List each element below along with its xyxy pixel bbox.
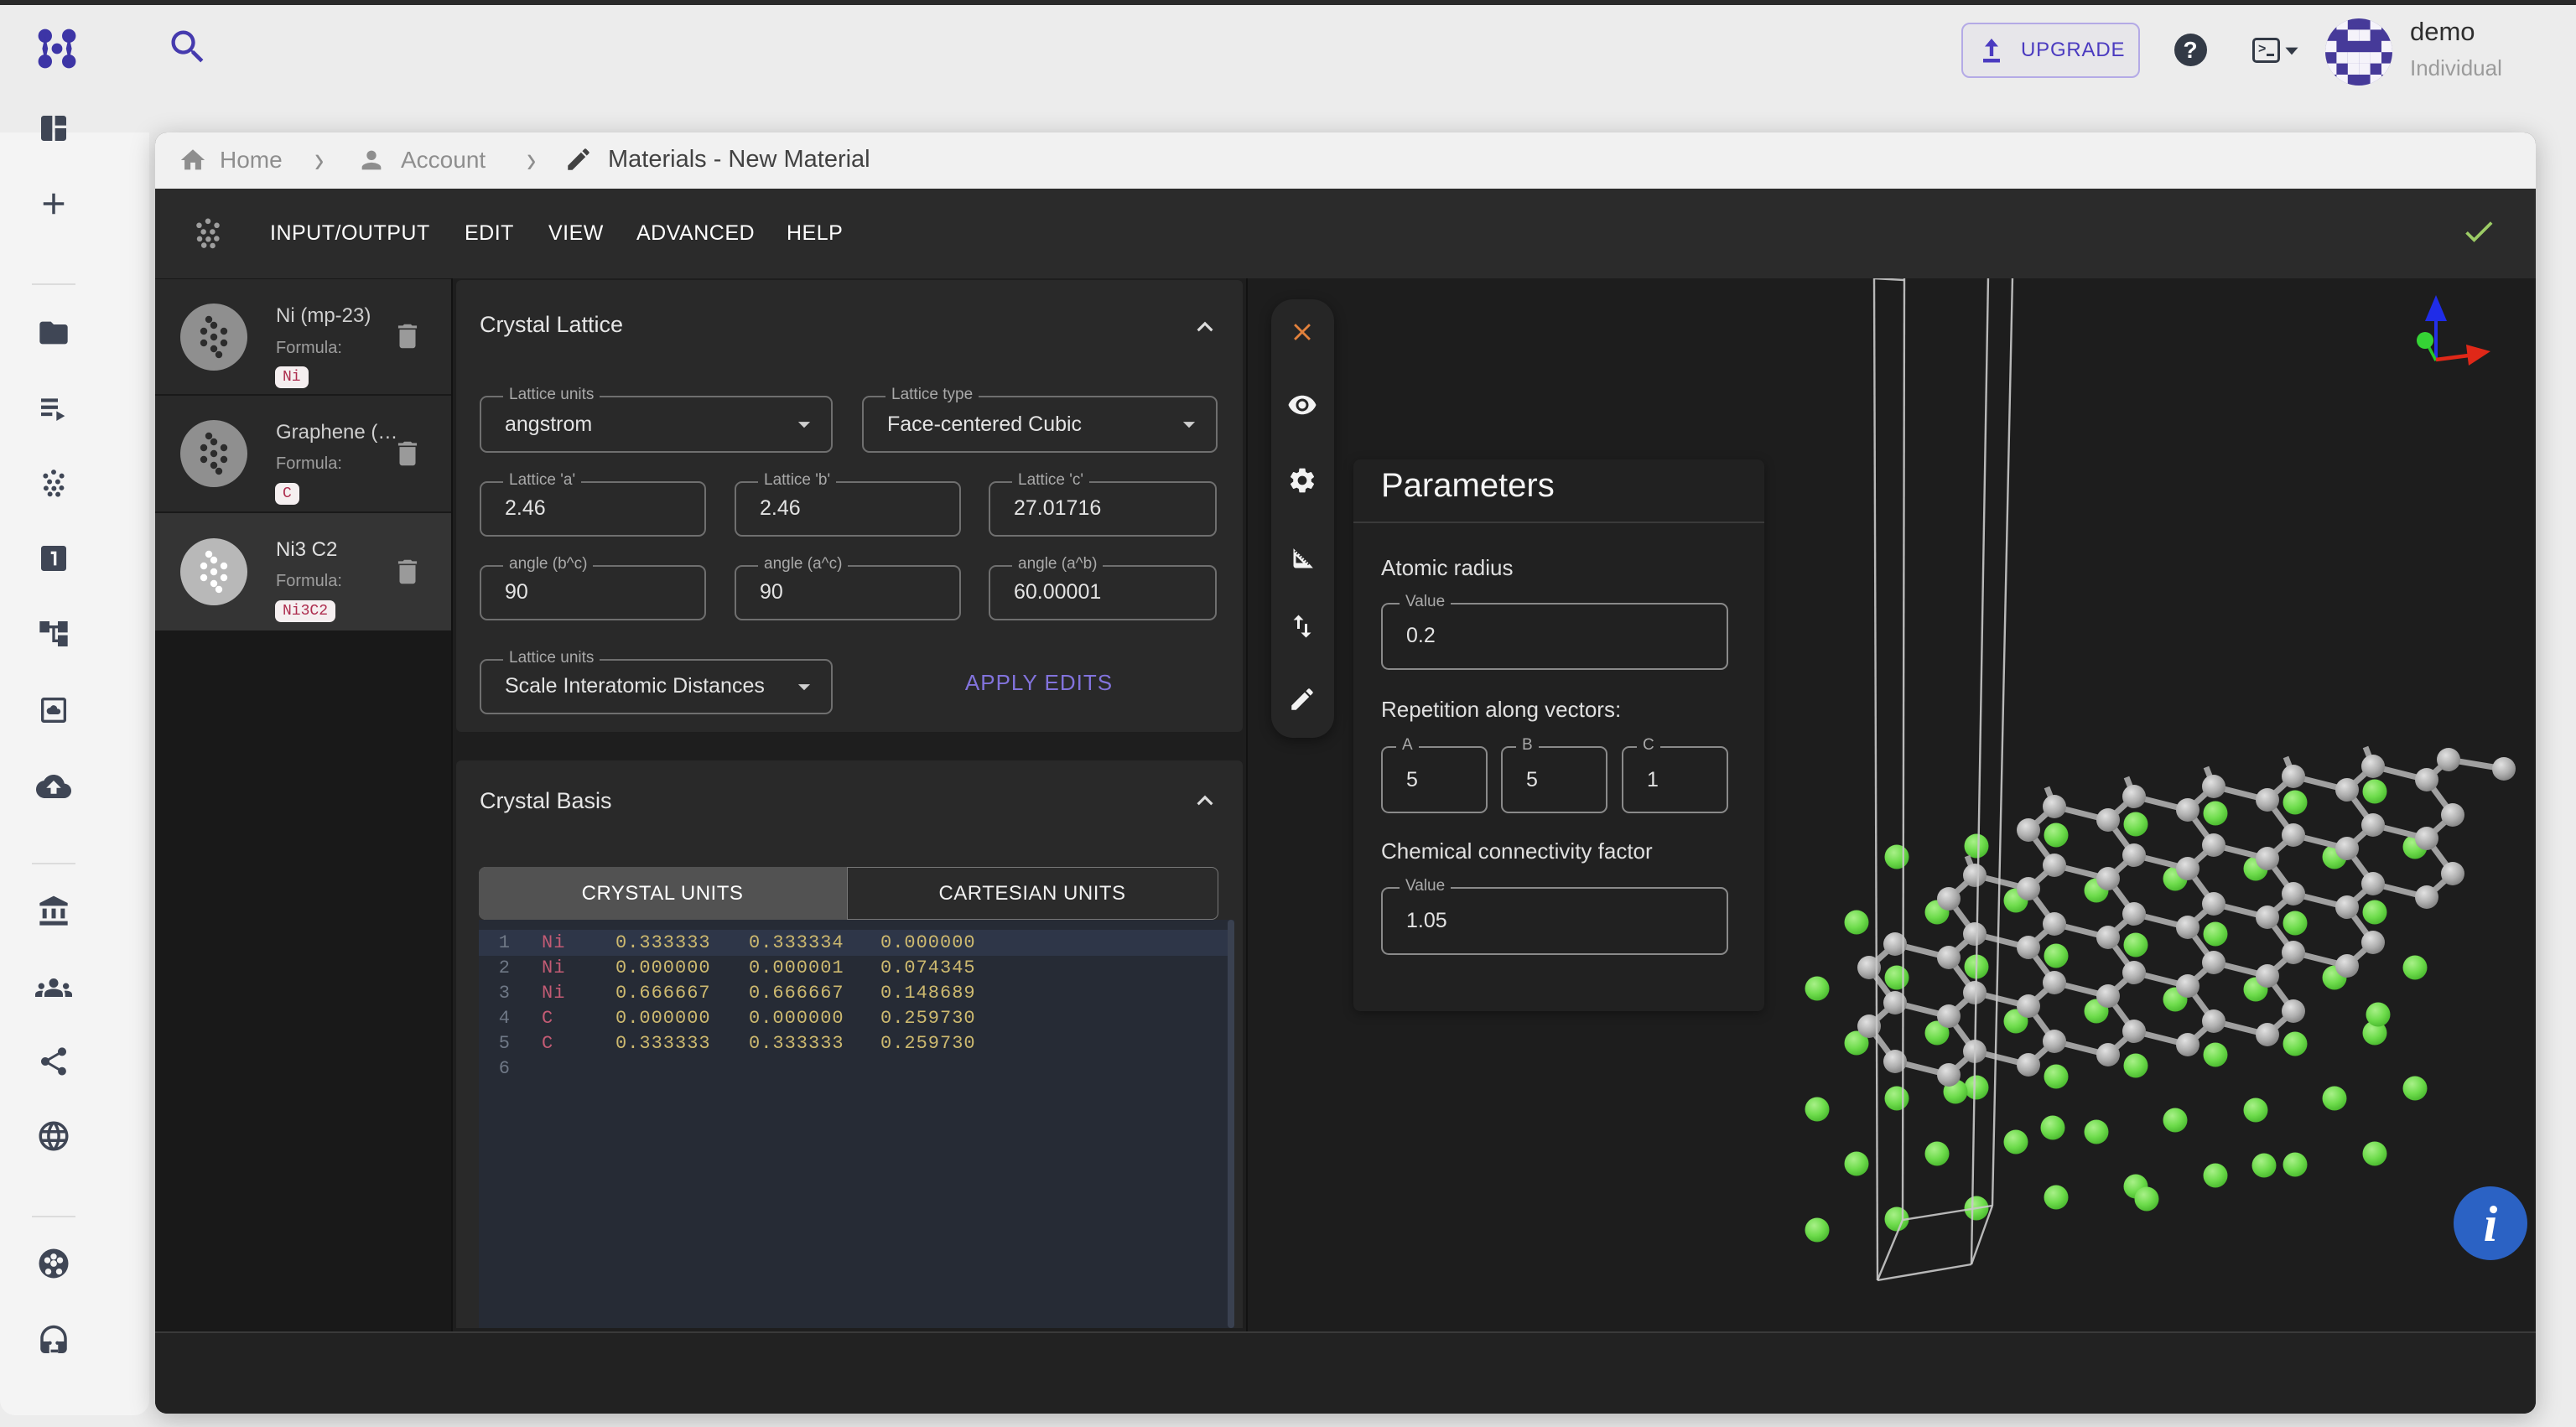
- svg-text:i: i: [2484, 1196, 2498, 1252]
